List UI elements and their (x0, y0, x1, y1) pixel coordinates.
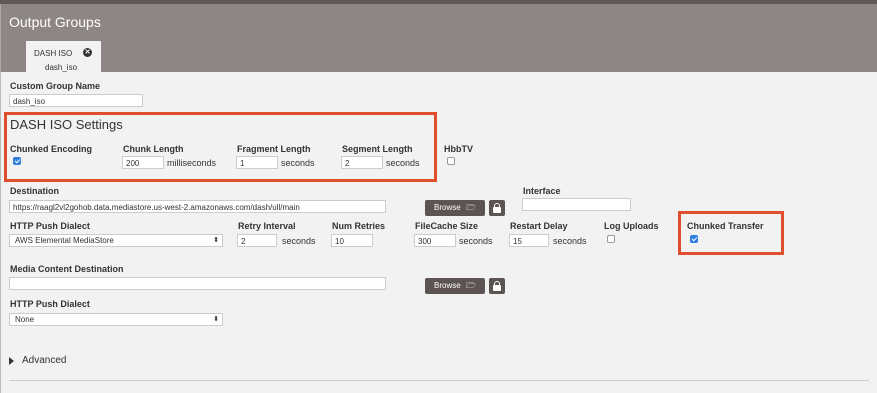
num-retries-input[interactable]: 10 (331, 234, 373, 247)
log-uploads-label: Log Uploads (604, 221, 659, 231)
bottom-divider (9, 380, 869, 381)
close-icon[interactable]: ✕ (83, 48, 92, 57)
destination-browse-button[interactable]: Browse 🗁 (425, 200, 485, 216)
destination-browse-label: Browse (434, 203, 461, 212)
interface-input[interactable] (522, 198, 631, 211)
fragment-length-input[interactable]: 1 (236, 156, 278, 169)
chunked-transfer-highlight (678, 211, 784, 255)
http-push-dialect-2-select[interactable]: None ⬍ (9, 313, 223, 326)
segment-length-input[interactable]: 2 (341, 156, 383, 169)
page-title: Output Groups (9, 14, 101, 30)
log-uploads-checkbox[interactable] (607, 235, 615, 243)
http-push-dialect-select[interactable]: AWS Elemental MediaStore ⬍ (9, 234, 223, 247)
custom-group-name-label: Custom Group Name (10, 81, 101, 91)
chunk-length-input[interactable]: 200 (122, 156, 164, 169)
tab-name: DASH ISO (34, 49, 73, 58)
http-push-dialect-2-value: None (15, 315, 35, 324)
interface-label: Interface (523, 186, 561, 196)
http-push-dialect-2-label: HTTP Push Dialect (10, 299, 90, 309)
chunk-length-label: Chunk Length (123, 144, 184, 154)
chunked-transfer-checkbox[interactable] (690, 235, 698, 243)
hbbtv-label: HbbTV (444, 144, 473, 154)
media-content-browse-button[interactable]: Browse 🗁 (425, 278, 485, 294)
segment-length-label: Segment Length (342, 144, 413, 154)
hbbtv-checkbox[interactable] (447, 157, 455, 165)
media-content-lock-button[interactable] (489, 278, 505, 294)
num-retries-label: Num Retries (332, 221, 386, 231)
http-push-dialect-label: HTTP Push Dialect (10, 221, 90, 231)
http-push-dialect-value: AWS Elemental MediaStore (15, 236, 114, 245)
destination-lock-button[interactable] (489, 200, 505, 216)
filecache-size-input[interactable]: 300 (414, 234, 456, 247)
destination-input[interactable]: https://raagl2vl2gohob.data.mediastore.u… (9, 200, 386, 213)
chunked-encoding-checkbox[interactable] (13, 157, 21, 165)
restart-delay-input[interactable]: 15 (509, 234, 549, 247)
restart-delay-label: Restart Delay (510, 221, 568, 231)
filecache-size-unit: seconds (459, 236, 493, 246)
dash-settings-title: DASH ISO Settings (10, 117, 123, 132)
media-content-browse-label: Browse (434, 281, 461, 290)
filecache-size-label: FileCache Size (415, 221, 479, 231)
fragment-length-unit: seconds (281, 158, 315, 168)
segment-length-unit: seconds (386, 158, 420, 168)
destination-label: Destination (10, 186, 60, 196)
retry-interval-input[interactable]: 2 (237, 234, 277, 247)
output-groups-header: Output Groups DASH ISO ✕ dash_iso (0, 4, 877, 77)
retry-interval-label: Retry Interval (238, 221, 296, 231)
folder-icon: 🗁 (466, 281, 476, 290)
output-group-settings: Custom Group Name dash_iso DASH ISO Sett… (0, 72, 877, 393)
chunked-transfer-label: Chunked Transfer (687, 221, 764, 231)
chunk-length-unit: milliseconds (167, 158, 217, 168)
advanced-toggle[interactable]: Advanced (9, 354, 79, 368)
custom-group-name-input[interactable]: dash_iso (9, 94, 143, 107)
tab-subtitle: dash_iso (45, 63, 78, 72)
restart-delay-unit: seconds (553, 236, 587, 246)
media-content-destination-input[interactable] (9, 277, 386, 290)
folder-icon: 🗁 (466, 203, 476, 212)
chevron-down-icon: ⬍ (213, 316, 219, 323)
triangle-right-icon (9, 357, 14, 365)
advanced-label: Advanced (22, 355, 67, 366)
retry-interval-unit: seconds (282, 236, 316, 246)
chevron-down-icon: ⬍ (213, 237, 219, 244)
media-content-destination-label: Media Content Destination (10, 264, 124, 274)
fragment-length-label: Fragment Length (237, 144, 311, 154)
chunked-encoding-label: Chunked Encoding (10, 144, 92, 154)
